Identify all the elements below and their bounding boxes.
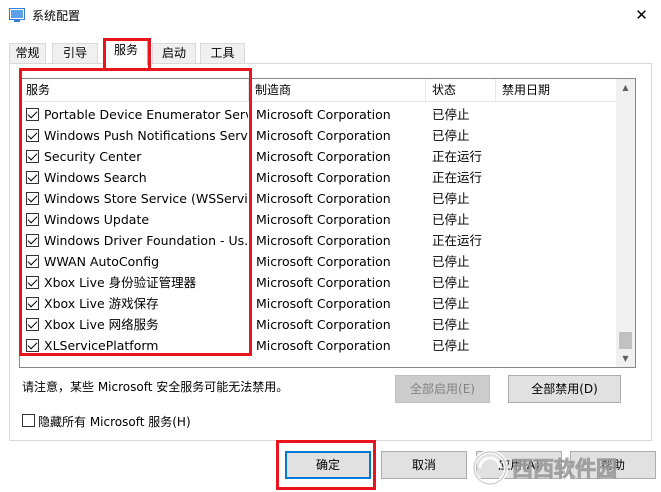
hide-ms-services-label: 隐藏所有 Microsoft 服务(H): [38, 415, 191, 429]
list-header: 服务 制造商 状态 禁用日期: [20, 79, 616, 102]
service-checkbox[interactable]: [26, 234, 39, 247]
disable-all-button[interactable]: 全部禁用(D): [508, 375, 621, 403]
service-checkbox[interactable]: [26, 297, 39, 310]
service-status: 已停止: [432, 107, 470, 122]
tab-strip: 常规 引导 服务 启动 工具: [0, 40, 661, 65]
scroll-down-icon[interactable]: ▼: [616, 350, 635, 367]
tab-general[interactable]: 常规: [9, 43, 46, 64]
service-checkbox[interactable]: [26, 318, 39, 331]
enable-all-button[interactable]: 全部启用(E): [395, 375, 490, 403]
service-manufacturer: Microsoft Corporation: [256, 107, 391, 122]
service-checkbox[interactable]: [26, 276, 39, 289]
cancel-button[interactable]: 取消: [381, 451, 467, 479]
service-manufacturer: Microsoft Corporation: [256, 254, 391, 269]
service-name: Xbox Live 游戏保存: [44, 296, 159, 311]
service-name: WWAN AutoConfig: [44, 254, 160, 269]
service-name: Windows Driver Foundation - Us...: [44, 233, 248, 248]
hide-ms-services-checkbox[interactable]: [22, 414, 35, 427]
tab-boot[interactable]: 引导: [52, 43, 98, 64]
service-name: Xbox Live 身份验证管理器: [44, 275, 197, 290]
table-row[interactable]: XLServicePlatform Microsoft Corporation …: [20, 335, 616, 356]
service-checkbox[interactable]: [26, 339, 39, 352]
service-checkbox[interactable]: [26, 129, 39, 142]
close-icon: ✕: [635, 6, 648, 24]
window-title: 系统配置: [32, 9, 81, 23]
service-status: 已停止: [432, 296, 470, 311]
service-name: Windows Search: [44, 170, 147, 185]
column-header-status[interactable]: 状态: [426, 79, 496, 102]
service-name: Windows Push Notifications Servi...: [44, 128, 248, 143]
service-manufacturer: Microsoft Corporation: [256, 233, 391, 248]
tab-services[interactable]: 服务: [104, 40, 148, 65]
service-manufacturer: Microsoft Corporation: [256, 296, 391, 311]
vertical-scrollbar[interactable]: ▲ ▼: [616, 79, 635, 367]
column-header-manufacturer[interactable]: 制造商: [249, 79, 426, 102]
table-row[interactable]: Xbox Live 游戏保存 Microsoft Corporation 已停止: [20, 293, 616, 314]
service-manufacturer: Microsoft Corporation: [256, 338, 391, 353]
service-status: 已停止: [432, 128, 470, 143]
apply-button[interactable]: 应用(A): [476, 451, 562, 479]
service-checkbox[interactable]: [26, 213, 39, 226]
service-status: 已停止: [432, 275, 470, 290]
service-name: Xbox Live 网络服务: [44, 317, 159, 332]
table-row[interactable]: Xbox Live 网络服务 Microsoft Corporation 已停止: [20, 314, 616, 335]
service-checkbox[interactable]: [26, 108, 39, 121]
service-name: XLServicePlatform: [44, 338, 159, 353]
column-header-service[interactable]: 服务: [20, 79, 249, 102]
table-row[interactable]: Portable Device Enumerator Serv... Micro…: [20, 104, 616, 125]
table-row[interactable]: Security Center Microsoft Corporation 正在…: [20, 146, 616, 167]
service-checkbox[interactable]: [26, 255, 39, 268]
service-status: 正在运行: [432, 149, 483, 164]
scrollbar-thumb[interactable]: [619, 332, 632, 349]
service-status: 已停止: [432, 191, 470, 206]
help-button[interactable]: 帮助: [570, 451, 656, 479]
table-row[interactable]: Windows Driver Foundation - Us... Micros…: [20, 230, 616, 251]
service-name: Windows Store Service (WSServi...: [44, 191, 248, 206]
service-checkbox[interactable]: [26, 150, 39, 163]
service-name: Windows Update: [44, 212, 150, 227]
service-name: Security Center: [44, 149, 142, 164]
service-name: Portable Device Enumerator Serv...: [44, 107, 248, 122]
service-status: 已停止: [432, 254, 470, 269]
column-header-disabled-date[interactable]: 禁用日期: [496, 79, 616, 102]
service-manufacturer: Microsoft Corporation: [256, 317, 391, 332]
service-checkbox[interactable]: [26, 171, 39, 184]
table-row[interactable]: Windows Update Microsoft Corporation 已停止: [20, 209, 616, 230]
table-row[interactable]: Windows Push Notifications Servi... Micr…: [20, 125, 616, 146]
service-manufacturer: Microsoft Corporation: [256, 212, 391, 227]
table-row[interactable]: WWAN AutoConfig Microsoft Corporation 已停…: [20, 251, 616, 272]
service-status: 已停止: [432, 338, 470, 353]
security-notice: 请注意，某些 Microsoft 安全服务可能无法禁用。: [22, 380, 289, 394]
table-row[interactable]: Xbox Live 身份验证管理器 Microsoft Corporation …: [20, 272, 616, 293]
service-manufacturer: Microsoft Corporation: [256, 170, 391, 185]
service-manufacturer: Microsoft Corporation: [256, 128, 391, 143]
service-checkbox[interactable]: [26, 192, 39, 205]
service-manufacturer: Microsoft Corporation: [256, 275, 391, 290]
service-manufacturer: Microsoft Corporation: [256, 191, 391, 206]
ok-button[interactable]: 确定: [285, 451, 371, 479]
service-status: 正在运行: [432, 233, 483, 248]
tab-startup[interactable]: 启动: [152, 43, 196, 64]
table-row[interactable]: Windows Store Service (WSServi... Micros…: [20, 188, 616, 209]
system-config-icon: [9, 8, 25, 22]
service-status: 已停止: [432, 212, 470, 227]
tab-tools[interactable]: 工具: [200, 43, 245, 64]
service-status: 正在运行: [432, 170, 483, 185]
title-bar: 系统配置 ✕: [0, 0, 661, 31]
service-status: 已停止: [432, 317, 470, 332]
service-manufacturer: Microsoft Corporation: [256, 149, 391, 164]
services-list[interactable]: 服务 制造商 状态 禁用日期 Portable Device Enumerato…: [19, 78, 636, 368]
table-row[interactable]: Windows Search Microsoft Corporation 正在运…: [20, 167, 616, 188]
close-button[interactable]: ✕: [622, 0, 661, 31]
scroll-up-icon[interactable]: ▲: [616, 79, 635, 96]
